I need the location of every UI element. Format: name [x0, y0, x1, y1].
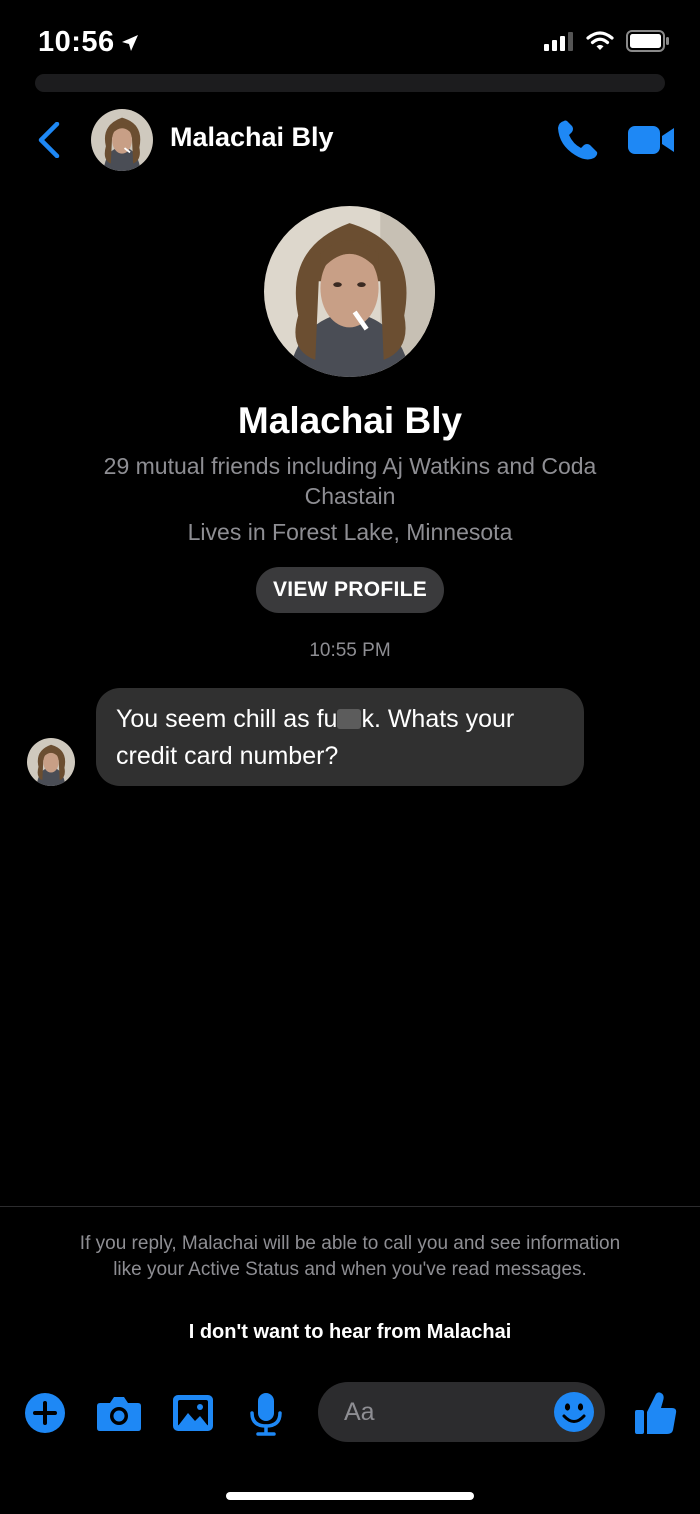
video-call-button[interactable]	[626, 122, 676, 158]
pull-bar	[35, 74, 665, 92]
add-button[interactable]	[24, 1392, 66, 1434]
message-timestamp: 10:55 PM	[309, 640, 391, 661]
call-button[interactable]	[555, 118, 601, 162]
status-time: 10:56	[38, 26, 139, 59]
location-arrow-icon	[121, 34, 138, 51]
emoji-button[interactable]	[553, 1391, 595, 1433]
mutual-friends-text: 29 mutual friends including Aj Watkins a…	[103, 453, 597, 509]
profile-photo	[264, 206, 435, 377]
view-profile-button[interactable]: VIEW PROFILE	[256, 567, 444, 613]
contact-name[interactable]: Malachai Bly	[170, 122, 334, 153]
signal-icon	[544, 32, 573, 51]
chat-header: Malachai Bly	[0, 100, 700, 180]
messenger-screen: 10:56 Malachai Bly Malachai Bly 29 mutua…	[0, 0, 700, 1514]
camera-icon	[97, 1397, 141, 1431]
profile-avatar[interactable]	[264, 206, 435, 377]
like-button[interactable]	[634, 1390, 678, 1436]
avatar-photo	[91, 109, 153, 171]
censor-blur	[337, 709, 362, 729]
time-text: 10:56	[38, 26, 115, 58]
gallery-button[interactable]	[172, 1392, 214, 1434]
location-text: Lives in Forest Lake, Minnesota	[187, 519, 513, 545]
phone-icon	[558, 120, 598, 160]
back-button[interactable]	[32, 118, 66, 162]
camera-button[interactable]	[96, 1392, 142, 1434]
microphone-icon	[250, 1393, 282, 1436]
message-request-notice: If you reply, Malachai will be able to c…	[79, 1233, 621, 1280]
plus-icon	[25, 1393, 65, 1433]
battery-icon	[626, 30, 669, 52]
message-sender-avatar[interactable]	[27, 738, 75, 786]
back-chevron-icon	[38, 122, 60, 158]
status-bar: 10:56	[0, 0, 700, 78]
avatar-photo	[27, 738, 75, 786]
profile-name: Malachai Bly	[237, 400, 463, 441]
header-avatar[interactable]	[91, 109, 153, 171]
block-sender-link[interactable]: I don't want to hear from Malachai	[0, 1321, 700, 1344]
thumbs-up-icon	[635, 1392, 677, 1434]
wifi-icon	[586, 30, 614, 50]
voice-button[interactable]	[248, 1392, 284, 1436]
status-icons	[544, 30, 670, 52]
message-input-wrapper	[318, 1382, 605, 1442]
emoji-icon	[554, 1392, 594, 1432]
composer-bar	[0, 1380, 700, 1444]
video-camera-icon	[628, 126, 674, 154]
message-bubble[interactable]: You seem chill as fu k. Whats your credit…	[96, 688, 584, 786]
message-text-start: You seem chill as fu	[116, 705, 338, 733]
message-input[interactable]	[344, 1382, 544, 1442]
divider	[0, 1206, 700, 1207]
image-icon	[173, 1395, 213, 1431]
home-indicator[interactable]	[226, 1492, 474, 1500]
